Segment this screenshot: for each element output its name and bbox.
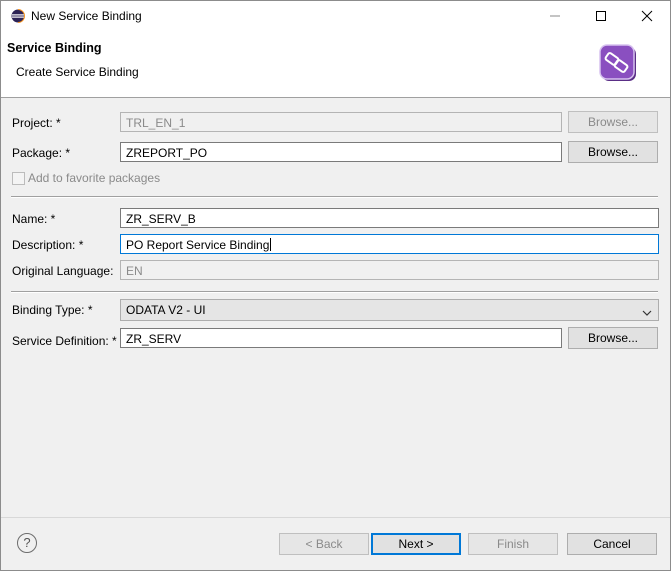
close-icon — [641, 10, 653, 22]
title-bar: New Service Binding — [1, 1, 670, 31]
divider — [11, 196, 658, 198]
page-subtitle: Create Service Binding — [16, 65, 139, 79]
close-button[interactable] — [624, 1, 670, 31]
package-field[interactable]: ZREPORT_PO — [120, 142, 562, 162]
service-binding-wizard-icon — [598, 43, 638, 83]
chevron-down-icon — [642, 306, 652, 320]
minimize-button[interactable] — [532, 1, 578, 31]
maximize-icon — [596, 11, 606, 21]
help-icon[interactable]: ? — [17, 533, 37, 553]
project-label: Project: * — [12, 116, 61, 130]
binding-type-label: Binding Type: * — [12, 303, 93, 317]
original-language-field: EN — [120, 260, 659, 280]
name-label: Name: * — [12, 212, 56, 226]
package-browse-button[interactable]: Browse... — [568, 141, 658, 163]
wizard-header: Service Binding Create Service Binding — [1, 31, 670, 98]
back-button: < Back — [279, 533, 369, 555]
divider — [11, 291, 658, 293]
window-title: New Service Binding — [31, 9, 142, 23]
description-label: Description: * — [12, 238, 84, 252]
cancel-button[interactable]: Cancel — [567, 533, 657, 555]
page-title: Service Binding — [7, 41, 102, 55]
eclipse-icon — [11, 9, 25, 23]
binding-type-select[interactable]: ODATA V2 - UI — [120, 299, 659, 321]
project-field: TRL_EN_1 — [120, 112, 562, 132]
maximize-button[interactable] — [578, 1, 624, 31]
description-value: PO Report Service Binding — [126, 238, 270, 252]
minimize-icon — [550, 15, 560, 17]
package-label: Package: * — [12, 146, 71, 160]
service-definition-field[interactable]: ZR_SERV — [120, 328, 562, 348]
favorite-packages-label: Add to favorite packages — [28, 171, 161, 185]
description-field[interactable]: PO Report Service Binding — [120, 234, 659, 254]
binding-type-value: ODATA V2 - UI — [126, 303, 206, 317]
name-field[interactable]: ZR_SERV_B — [120, 208, 659, 228]
original-language-label: Original Language: — [12, 264, 114, 278]
service-definition-label: Service Definition: * — [12, 334, 117, 348]
text-caret — [270, 238, 272, 251]
finish-button: Finish — [468, 533, 558, 555]
service-definition-browse-button[interactable]: Browse... — [568, 327, 658, 349]
favorite-packages-checkbox[interactable] — [12, 172, 25, 185]
project-browse-button: Browse... — [568, 111, 658, 133]
new-service-binding-dialog: New Service Binding Service Binding Crea… — [0, 0, 671, 571]
footer-divider — [1, 517, 670, 518]
next-button[interactable]: Next > — [371, 533, 461, 555]
